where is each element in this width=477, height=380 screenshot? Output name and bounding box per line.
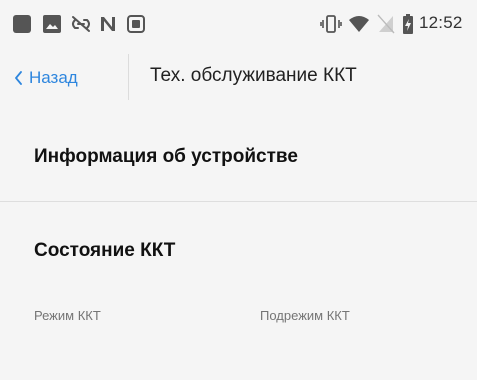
screen-record-icon [127, 15, 145, 33]
nfc-icon [101, 17, 115, 31]
clock: 12:52 [419, 13, 463, 32]
image-icon [43, 15, 61, 33]
section-divider [0, 201, 477, 202]
back-button[interactable]: Назад [14, 67, 78, 89]
chevron-left-icon [15, 71, 22, 85]
link-off-icon [72, 16, 90, 32]
back-button-label: Назад [29, 68, 78, 87]
kkt-submode-label: Подрежим ККТ [260, 308, 350, 323]
section-kkt-state: Состояние ККТ [34, 240, 176, 261]
status-bar: 12:52 [0, 0, 477, 46]
battery-charging-icon [403, 14, 413, 34]
vibrate-icon [320, 15, 342, 33]
wifi-icon [349, 16, 369, 32]
navigation-bar: Назад Тех. обслуживание ККТ [0, 50, 477, 104]
no-sim-icon [377, 14, 395, 34]
kkt-mode-label: Режим ККТ [34, 308, 101, 323]
section-device-info[interactable]: Информация об устройстве [34, 146, 298, 168]
notification-square-icon [13, 15, 31, 33]
page-title: Тех. обслуживание ККТ [150, 65, 357, 86]
nav-divider [128, 54, 129, 100]
